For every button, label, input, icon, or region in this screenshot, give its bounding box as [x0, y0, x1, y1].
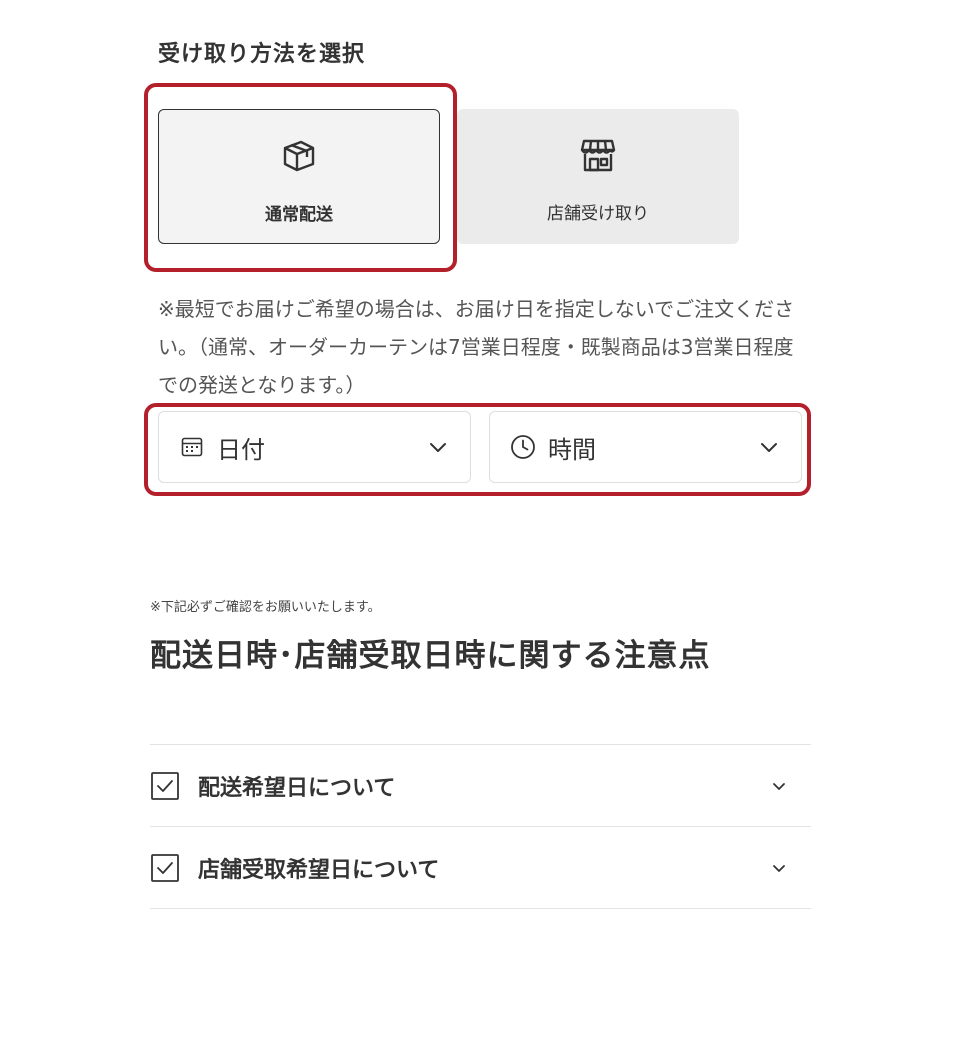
- notice-heading: 配送日時･店舗受取日時に関する注意点: [150, 638, 711, 674]
- datetime-highlight-frame: [144, 403, 811, 496]
- method-highlight-frame: [144, 83, 457, 272]
- accordion-item-store-pickup-date[interactable]: 店舗受取希望日について: [150, 827, 811, 909]
- delivery-option-store-pickup[interactable]: 店舗受け取り: [457, 109, 739, 244]
- accordion-item-label: 店舗受取希望日について: [198, 857, 440, 883]
- delivery-option-store-pickup-label: 店舗受け取り: [547, 204, 649, 224]
- accordion-item-delivery-date[interactable]: 配送希望日について: [150, 745, 811, 827]
- checkbox-icon: [150, 771, 180, 801]
- delivery-note: ※最短でお届けご希望の場合は、お届け日を指定しないでご注文ください。（通常、オー…: [158, 297, 795, 397]
- chevron-down-icon: [769, 776, 789, 796]
- accordion-item-label: 配送希望日について: [198, 775, 396, 801]
- notice-accordion: 配送希望日について 店舗受取希望日について: [150, 744, 811, 909]
- chevron-down-icon: [769, 858, 789, 878]
- storefront-icon: [576, 133, 620, 177]
- receive-method-title: 受け取り方法を選択: [158, 42, 366, 67]
- confirm-note: ※下記必ずご確認をお願いいたします。: [150, 600, 381, 615]
- checkbox-icon: [150, 853, 180, 883]
